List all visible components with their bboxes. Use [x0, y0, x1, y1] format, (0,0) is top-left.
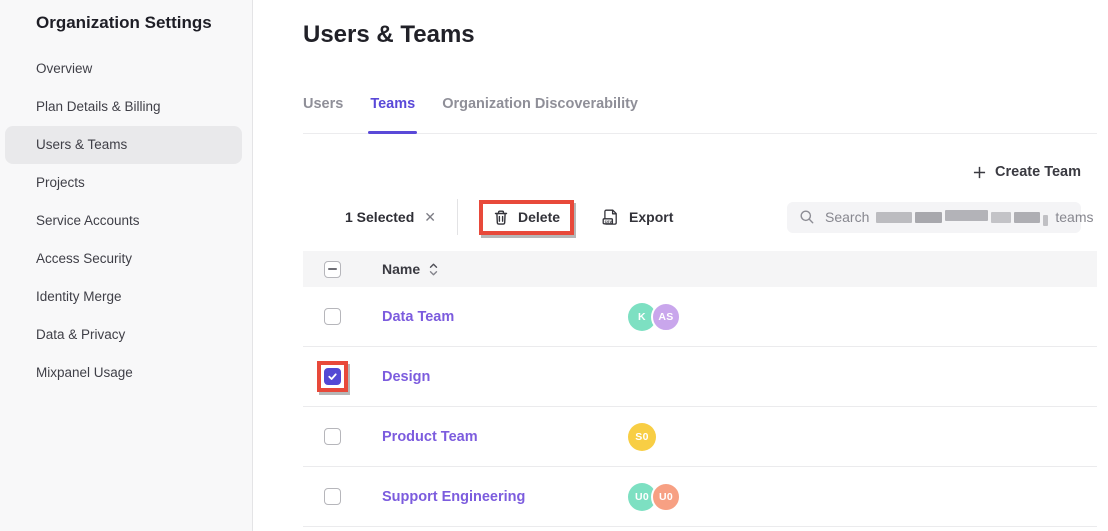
table-row: Product Team S0: [303, 407, 1097, 467]
tab-users[interactable]: Users: [303, 96, 343, 133]
avatar: U0: [651, 482, 681, 512]
sidebar-item-access-security[interactable]: Access Security: [5, 240, 242, 278]
table-row: Support Engineering U0 U0: [303, 467, 1097, 527]
tab-teams[interactable]: Teams: [370, 96, 415, 133]
svg-text:csv: csv: [605, 218, 613, 223]
search-input[interactable]: Search teams: [787, 202, 1081, 233]
trash-icon: [493, 209, 509, 226]
avatar: AS: [651, 302, 681, 332]
sidebar: Organization Settings Overview Plan Deta…: [0, 0, 253, 531]
sidebar-item-identity-merge[interactable]: Identity Merge: [5, 278, 242, 316]
sidebar-item-data-privacy[interactable]: Data & Privacy: [5, 316, 242, 354]
sidebar-title: Organization Settings: [0, 0, 252, 33]
table-header-row: Name: [303, 251, 1097, 287]
delete-button[interactable]: Delete: [483, 204, 570, 231]
team-name-link[interactable]: Product Team: [382, 429, 478, 445]
team-name-link[interactable]: Support Engineering: [382, 489, 525, 505]
sidebar-item-mixpanel-usage[interactable]: Mixpanel Usage: [5, 354, 242, 392]
export-button[interactable]: csv Export: [601, 208, 673, 227]
bulk-actions-toolbar: 1 Selected ✕ Delete csv Expo: [303, 197, 1097, 237]
sidebar-item-service-accounts[interactable]: Service Accounts: [5, 202, 242, 240]
redacted-text-blocks: [876, 212, 1048, 223]
row-data-team-checkbox[interactable]: [324, 308, 341, 325]
row-support-engineering-checkbox[interactable]: [324, 488, 341, 505]
member-avatars: S0: [628, 423, 656, 451]
table-row: Data Team K AS: [303, 287, 1097, 347]
teams-table: Name Data Team K AS: [303, 251, 1097, 527]
export-button-label: Export: [629, 209, 673, 225]
avatar: S0: [628, 423, 656, 451]
search-placeholder-prefix: Search: [825, 209, 869, 225]
sidebar-nav: Overview Plan Details & Billing Users & …: [0, 50, 252, 392]
sidebar-item-plan-details-billing[interactable]: Plan Details & Billing: [5, 88, 242, 126]
delete-annotation-box: Delete: [479, 200, 574, 235]
check-icon: [327, 371, 338, 382]
tab-bar: Users Teams Organization Discoverability: [303, 96, 1097, 134]
search-icon: [799, 209, 815, 225]
row-design-checkbox[interactable]: [324, 368, 341, 385]
sidebar-item-users-teams[interactable]: Users & Teams: [5, 126, 242, 164]
page-title: Users & Teams: [303, 20, 1097, 50]
plus-icon: [973, 166, 986, 179]
member-avatars: K AS: [628, 302, 681, 332]
member-avatars: U0 U0: [628, 482, 681, 512]
selected-count: 1 Selected: [345, 209, 414, 225]
create-team-button[interactable]: Create Team: [973, 164, 1081, 180]
csv-export-icon: csv: [601, 208, 620, 227]
checkbox-annotation-box: [317, 361, 348, 392]
name-column-header: Name: [382, 261, 420, 277]
table-row: Design: [303, 347, 1097, 407]
create-team-label: Create Team: [995, 164, 1081, 180]
tab-organization-discoverability[interactable]: Organization Discoverability: [442, 96, 638, 133]
actions-row: Create Team: [303, 154, 1097, 190]
sidebar-item-projects[interactable]: Projects: [5, 164, 242, 202]
selection-indicator: 1 Selected ✕: [345, 209, 436, 226]
delete-button-label: Delete: [518, 209, 560, 225]
team-name-link[interactable]: Data Team: [382, 309, 454, 325]
clear-selection-icon[interactable]: ✕: [424, 209, 436, 226]
team-name-link[interactable]: Design: [382, 369, 430, 385]
sidebar-item-overview[interactable]: Overview: [5, 50, 242, 88]
toolbar-divider: [457, 199, 458, 235]
sort-icon[interactable]: [429, 262, 438, 277]
main-content: Users & Teams Users Teams Organization D…: [253, 0, 1108, 531]
select-all-checkbox[interactable]: [324, 261, 341, 278]
search-placeholder-suffix: teams: [1055, 209, 1093, 225]
row-product-team-checkbox[interactable]: [324, 428, 341, 445]
